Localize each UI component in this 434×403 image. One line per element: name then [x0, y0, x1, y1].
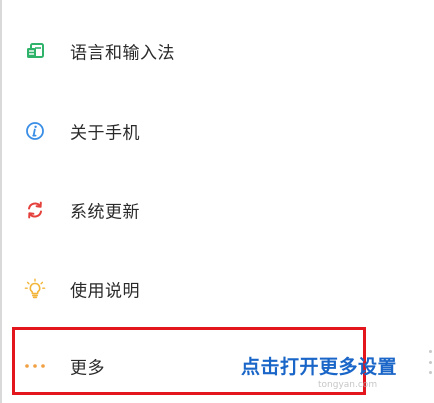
- info-icon: [24, 120, 46, 142]
- lightbulb-icon: [24, 278, 46, 300]
- settings-item-instructions[interactable]: 使用说明: [0, 259, 400, 319]
- annotation-text: 点击打开更多设置: [241, 356, 398, 378]
- settings-item-label: 关于手机: [70, 123, 140, 144]
- watermark: tongyan.com: [318, 380, 378, 390]
- language-input-icon: [24, 40, 46, 62]
- settings-item-system-update[interactable]: 系统更新: [0, 180, 400, 240]
- scroll-indicator: [428, 350, 432, 374]
- settings-item-label: 语言和输入法: [70, 43, 175, 64]
- refresh-icon: [24, 199, 46, 221]
- settings-item-label: 使用说明: [70, 281, 140, 302]
- settings-item-about-phone[interactable]: 关于手机: [0, 101, 400, 161]
- settings-item-label: 系统更新: [70, 202, 140, 223]
- settings-item-language-input[interactable]: 语言和输入法: [0, 21, 400, 81]
